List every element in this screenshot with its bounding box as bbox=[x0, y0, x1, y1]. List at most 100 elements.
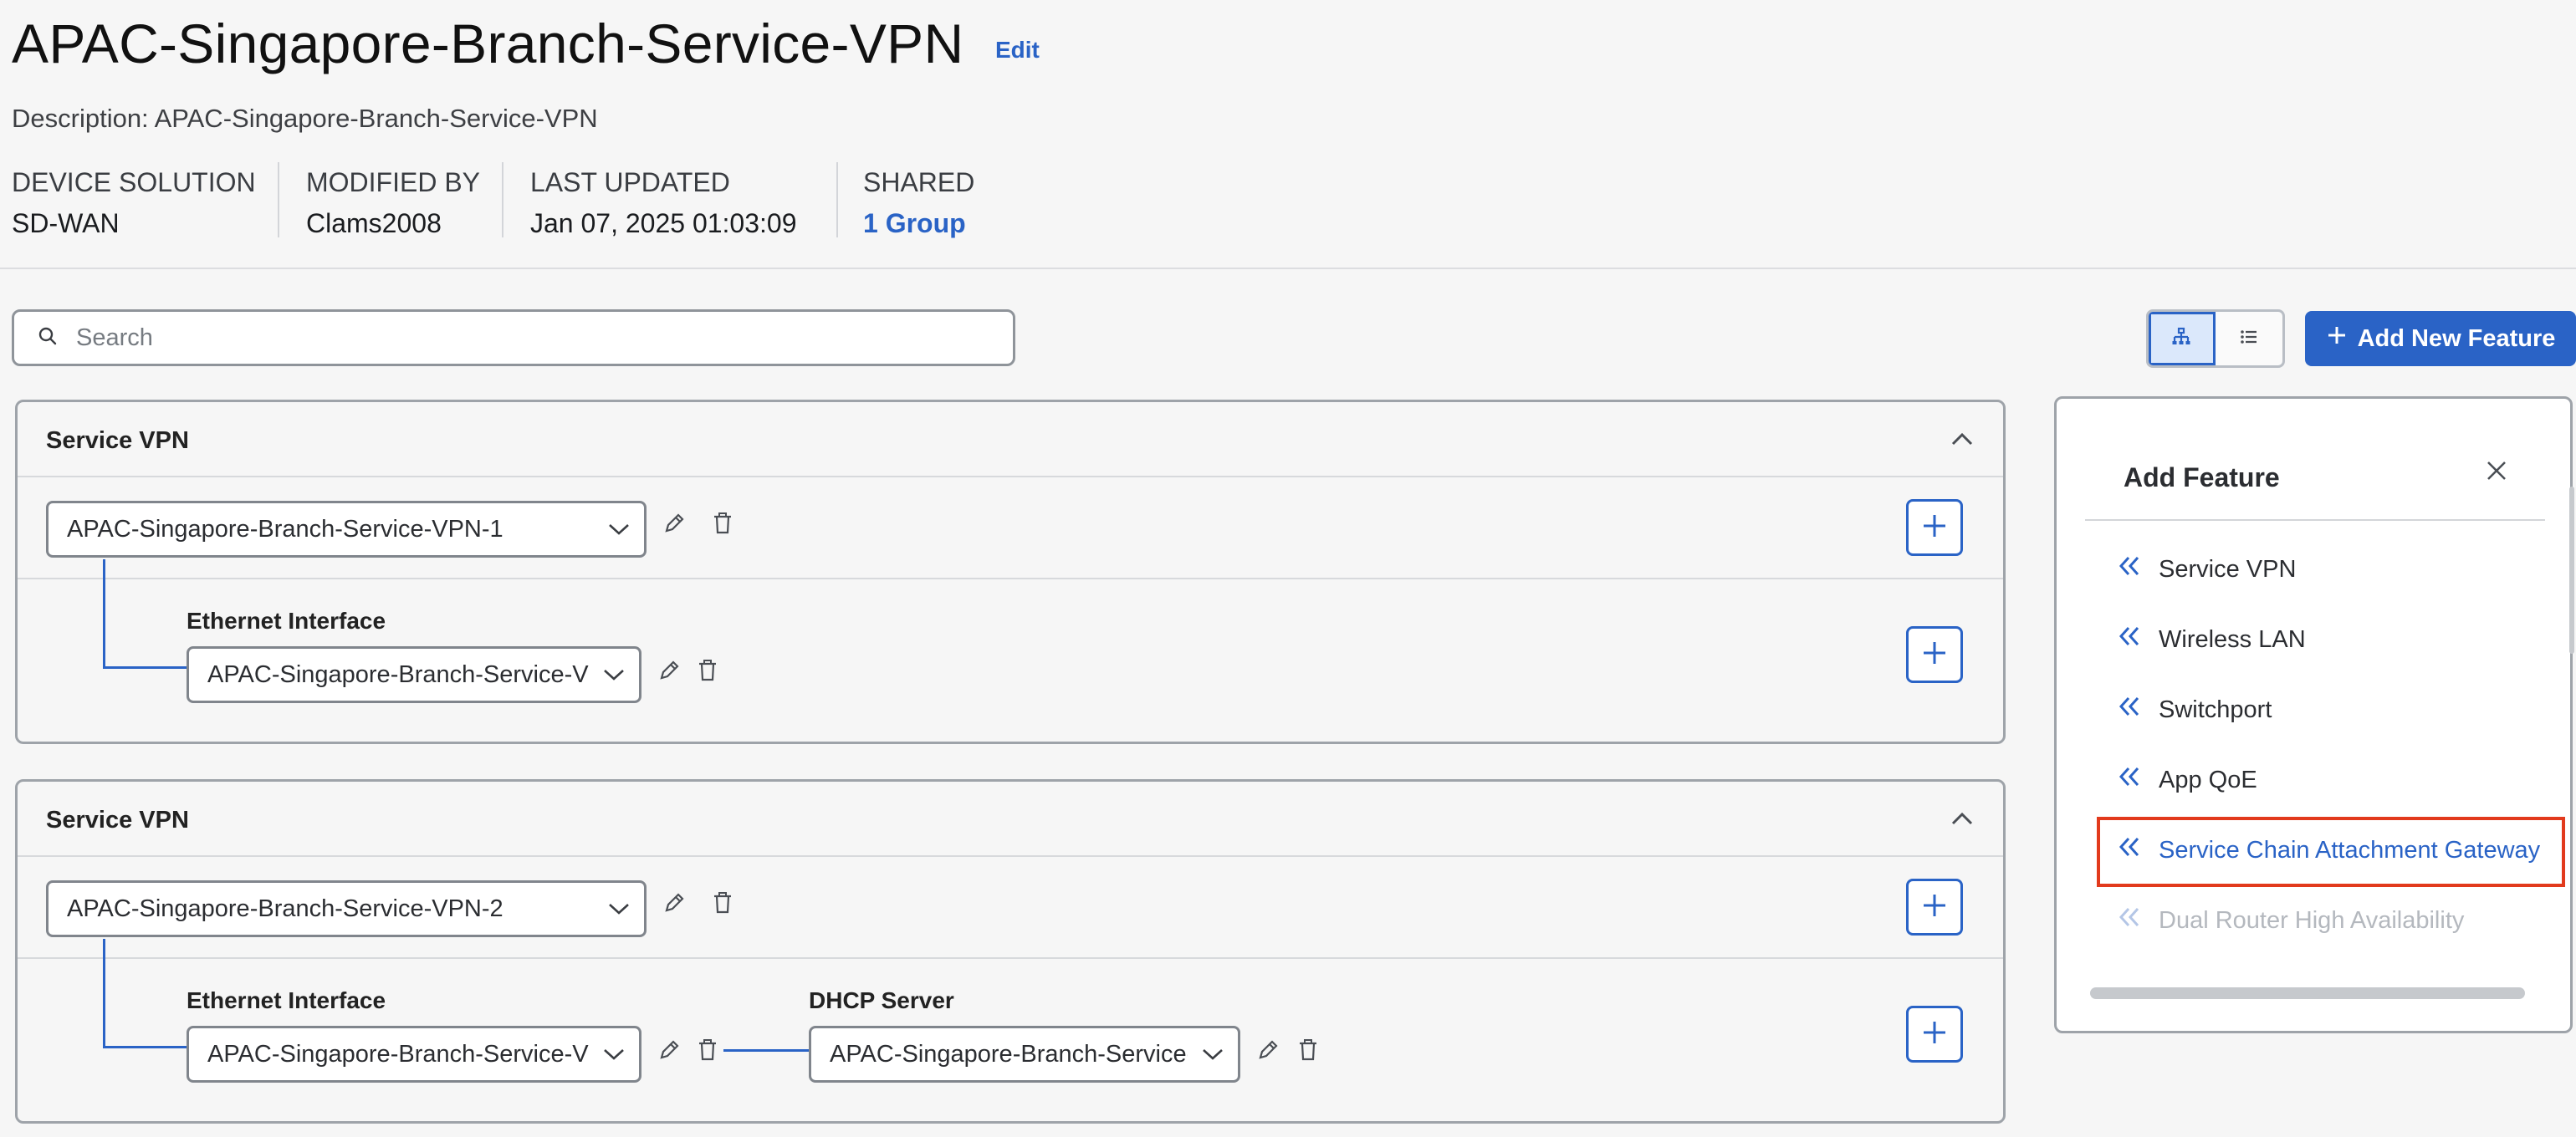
double-chevron-left-icon bbox=[2117, 554, 2142, 584]
edit-link[interactable]: Edit bbox=[995, 37, 1040, 64]
page-title: APAC-Singapore-Branch-Service-VPN bbox=[12, 13, 964, 74]
dhcp-server-label: DHCP Server bbox=[809, 987, 954, 1013]
card-title: Service VPN bbox=[46, 427, 189, 454]
edit-pencil-icon[interactable] bbox=[1255, 1038, 1280, 1067]
ethernet-interface-select[interactable]: APAC-Singapore-Branch-Service-VPN-2 bbox=[187, 1026, 641, 1083]
add-child-feature-button[interactable] bbox=[1906, 626, 1963, 683]
meta-label: DEVICE SOLUTION bbox=[12, 167, 256, 197]
chevron-down-icon bbox=[589, 1048, 639, 1061]
horizontal-scrollbar[interactable] bbox=[2090, 987, 2525, 999]
edit-pencil-icon[interactable] bbox=[662, 890, 687, 920]
plus-icon bbox=[1920, 891, 1949, 924]
plus-icon bbox=[1920, 639, 1949, 671]
meta-label: LAST UPDATED bbox=[530, 167, 730, 197]
view-toggle bbox=[2146, 309, 2285, 368]
feature-item-service-vpn[interactable]: Service VPN bbox=[2117, 554, 2296, 584]
chevron-up-icon[interactable] bbox=[1950, 429, 1975, 453]
trash-icon[interactable] bbox=[695, 658, 720, 687]
card-header: Service VPN bbox=[18, 782, 2003, 857]
add-feature-panel: Add Feature Service VPN Wireless LAN Swi… bbox=[2054, 396, 2573, 1033]
chevron-down-icon bbox=[594, 902, 644, 915]
service-vpn-card: Service VPN APAC-Singapore-Branch-Servic… bbox=[15, 779, 2006, 1124]
ethernet-interface-select[interactable]: APAC-Singapore-Branch-Service-VPN-1 bbox=[187, 646, 641, 703]
meta-label: MODIFIED BY bbox=[306, 167, 481, 197]
meta-divider bbox=[278, 162, 279, 237]
trash-icon[interactable] bbox=[695, 1038, 720, 1067]
edit-pencil-icon[interactable] bbox=[657, 1038, 682, 1067]
feature-item-label: App QoE bbox=[2159, 766, 2257, 793]
add-child-feature-button[interactable] bbox=[1906, 879, 1963, 936]
plus-icon bbox=[1920, 1018, 1949, 1051]
double-chevron-left-icon bbox=[2117, 905, 2142, 936]
double-chevron-left-icon bbox=[2117, 765, 2142, 795]
dhcp-server-select[interactable]: APAC-Singapore-Branch-Service-VPN-2 bbox=[809, 1026, 1240, 1083]
shared-groups-link[interactable]: 1 Group bbox=[863, 208, 974, 239]
chevron-down-icon bbox=[589, 668, 639, 681]
tree-connector bbox=[103, 666, 190, 669]
service-vpn-select[interactable]: APAC-Singapore-Branch-Service-VPN-1 bbox=[46, 501, 647, 558]
trash-icon[interactable] bbox=[710, 890, 735, 920]
tree-connector bbox=[723, 1049, 812, 1052]
card-title: Service VPN bbox=[46, 807, 189, 834]
chevron-up-icon[interactable] bbox=[1950, 808, 1975, 833]
meta-shared: SHARED 1 Group bbox=[863, 167, 974, 239]
page-description: Description: APAC-Singapore-Branch-Servi… bbox=[12, 104, 598, 133]
add-new-feature-label: Add New Feature bbox=[2357, 324, 2556, 352]
tree-connector bbox=[103, 939, 105, 1048]
edit-pencil-icon[interactable] bbox=[662, 511, 687, 540]
header-divider bbox=[0, 268, 2576, 269]
add-child-feature-button[interactable] bbox=[1906, 499, 1963, 556]
feature-item-label: Wireless LAN bbox=[2159, 625, 2306, 653]
add-new-feature-button[interactable]: Add New Feature bbox=[2305, 311, 2576, 366]
highlight-annotation-box bbox=[2097, 817, 2565, 887]
card-header: Service VPN bbox=[18, 402, 2003, 477]
feature-item-label: Dual Router High Availability bbox=[2159, 906, 2465, 934]
double-chevron-left-icon bbox=[2117, 625, 2142, 655]
plus-icon bbox=[1920, 512, 1949, 544]
ethernet-interface-label: Ethernet Interface bbox=[187, 987, 386, 1013]
feature-item-switchport[interactable]: Switchport bbox=[2117, 695, 2272, 725]
double-chevron-left-icon bbox=[2117, 695, 2142, 725]
list-view-button[interactable] bbox=[2216, 312, 2282, 365]
close-icon[interactable] bbox=[2485, 459, 2508, 487]
meta-device-solution: DEVICE SOLUTION SD-WAN bbox=[12, 167, 256, 239]
service-vpn-select-value: APAC-Singapore-Branch-Service-VPN-1 bbox=[67, 515, 503, 543]
vertical-scrollbar[interactable] bbox=[2569, 487, 2574, 654]
search-input[interactable] bbox=[76, 324, 996, 352]
search-icon bbox=[38, 326, 58, 350]
list-icon bbox=[2237, 325, 2261, 353]
dhcp-server-select-value: APAC-Singapore-Branch-Service-VPN-2 bbox=[830, 1040, 1188, 1068]
row-divider bbox=[18, 578, 2003, 579]
feature-item-app-qoe[interactable]: App QoE bbox=[2117, 765, 2257, 795]
row-divider bbox=[18, 957, 2003, 959]
ethernet-interface-select-value: APAC-Singapore-Branch-Service-VPN-1 bbox=[207, 660, 589, 688]
panel-title: Add Feature bbox=[2124, 462, 2280, 492]
ethernet-interface-select-value: APAC-Singapore-Branch-Service-VPN-2 bbox=[207, 1040, 589, 1068]
add-child-feature-button[interactable] bbox=[1906, 1006, 1963, 1063]
meta-divider bbox=[836, 162, 838, 237]
service-vpn-card: Service VPN APAC-Singapore-Branch-Servic… bbox=[15, 400, 2006, 744]
service-vpn-select-value: APAC-Singapore-Branch-Service-VPN-2 bbox=[67, 895, 503, 922]
meta-modified-by: MODIFIED BY Clams2008 bbox=[306, 167, 480, 239]
meta-divider bbox=[502, 162, 503, 237]
trash-icon[interactable] bbox=[1296, 1038, 1321, 1067]
ethernet-interface-label: Ethernet Interface bbox=[187, 608, 386, 634]
service-vpn-select[interactable]: APAC-Singapore-Branch-Service-VPN-2 bbox=[46, 880, 647, 937]
feature-item-label: Service VPN bbox=[2159, 555, 2297, 583]
feature-item-label: Switchport bbox=[2159, 696, 2272, 723]
feature-item-dual-router-high-availability: Dual Router High Availability bbox=[2117, 905, 2464, 936]
plus-icon bbox=[2326, 324, 2348, 353]
tree-view-button[interactable] bbox=[2149, 312, 2216, 365]
tree-connector bbox=[103, 1046, 190, 1048]
tree-connector bbox=[103, 559, 105, 668]
feature-item-wireless-lan[interactable]: Wireless LAN bbox=[2117, 625, 2306, 655]
search-box[interactable] bbox=[12, 309, 1015, 366]
meta-label: SHARED bbox=[863, 167, 975, 197]
meta-value: Clams2008 bbox=[306, 208, 442, 238]
meta-last-updated: LAST UPDATED Jan 07, 2025 01:03:09 bbox=[530, 167, 797, 239]
trash-icon[interactable] bbox=[710, 511, 735, 540]
chevron-down-icon bbox=[594, 523, 644, 536]
meta-value: SD-WAN bbox=[12, 208, 120, 238]
hierarchy-icon bbox=[2170, 325, 2193, 353]
edit-pencil-icon[interactable] bbox=[657, 658, 682, 687]
